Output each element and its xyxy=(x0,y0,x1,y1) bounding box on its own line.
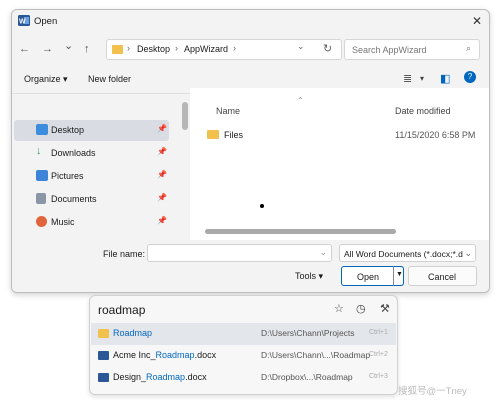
word-doc-icon xyxy=(98,351,109,360)
result-shortcut: Ctrl+1 xyxy=(369,329,388,336)
title-bar: W Open ✕ xyxy=(12,10,489,32)
documents-icon xyxy=(36,193,46,204)
pin-icon[interactable]: 📌 xyxy=(157,170,167,179)
address-dropdown-icon[interactable]: ⌄ xyxy=(297,41,305,52)
new-folder-button[interactable]: New folder xyxy=(88,74,131,84)
file-name-field[interactable]: ⌄ xyxy=(147,244,332,262)
result-shortcut: Ctrl+3 xyxy=(369,373,388,380)
refresh-icon[interactable]: ↻ xyxy=(323,42,332,55)
open-dialog: W Open ✕ ← → ⌄ ↑ › Desktop › AppWizard ›… xyxy=(11,9,490,293)
forward-icon[interactable]: → xyxy=(42,43,53,55)
search-box[interactable]: Search AppWizard ⌕ xyxy=(344,39,480,60)
history-icon[interactable]: ◷ xyxy=(356,302,366,315)
search-icon: ⌕ xyxy=(465,43,471,53)
pin-icon[interactable]: 📌 xyxy=(157,124,167,133)
desktop-icon xyxy=(36,124,48,135)
chevron-right-icon: › xyxy=(175,43,178,53)
file-date: 11/15/2020 6:58 PM xyxy=(395,130,476,140)
folder-icon xyxy=(112,45,123,54)
navigation-row: ← → ⌄ ↑ › Desktop › AppWizard › ⌄ ↻ Sear… xyxy=(12,37,489,63)
result-name: Roadmap xyxy=(113,328,153,338)
cursor-dot xyxy=(260,204,264,208)
quick-search-input[interactable]: roadmap xyxy=(98,303,145,317)
result-path: D:\Users\Chann\...\Roadmap xyxy=(261,350,371,360)
tools-icon[interactable]: ⚒ xyxy=(380,302,390,315)
svg-text:W: W xyxy=(19,19,26,26)
sidebar-item-label: Downloads xyxy=(51,148,96,158)
open-button-label: Open xyxy=(357,272,380,282)
search-result[interactable]: Design_Roadmap.docx D:\Dropbox\...\Roadm… xyxy=(91,367,396,389)
result-name: Acme Inc_Roadmap.docx xyxy=(113,350,217,360)
sidebar-scrollbar[interactable] xyxy=(182,102,188,130)
sidebar-item-label: Documents xyxy=(51,194,97,204)
address-bar[interactable]: › Desktop › AppWizard › ⌄ ↻ xyxy=(106,39,342,60)
bottom-bar: File name: ⌄ All Word Documents (*.docx;… xyxy=(12,240,489,292)
chevron-right-icon: › xyxy=(127,43,130,53)
sidebar-item-desktop[interactable]: Desktop 📌 xyxy=(14,120,169,141)
sidebar-item-downloads[interactable]: ↓ Downloads 📌 xyxy=(14,143,169,164)
recent-locations-icon[interactable]: ⌄ xyxy=(64,39,73,52)
view-dropdown-icon[interactable]: ▾ xyxy=(420,74,424,83)
cancel-button[interactable]: Cancel xyxy=(408,266,477,286)
dialog-title: Open xyxy=(34,16,58,27)
file-name-label: File name: xyxy=(103,249,146,259)
word-app-icon: W xyxy=(18,15,30,26)
file-type-select[interactable]: All Word Documents (*.docx;*.d ⌄ xyxy=(339,244,476,262)
breadcrumb-appwizard[interactable]: AppWizard xyxy=(184,44,228,54)
back-icon[interactable]: ← xyxy=(19,43,30,55)
chevron-down-icon: ⌄ xyxy=(464,248,472,258)
pictures-icon xyxy=(36,170,48,181)
file-name[interactable]: Files xyxy=(224,130,243,140)
result-path: D:\Dropbox\...\Roadmap xyxy=(261,372,353,382)
folder-icon xyxy=(207,130,219,139)
sidebar-item-pictures[interactable]: Pictures 📌 xyxy=(14,166,169,187)
open-split-button[interactable]: ▼ xyxy=(393,266,404,286)
file-type-value: All Word Documents (*.docx;*.d xyxy=(344,249,463,259)
search-result[interactable]: Roadmap D:\Users\Chann\Projects Ctrl+1 xyxy=(91,323,396,345)
view-options-icon[interactable]: ≣ xyxy=(403,72,412,85)
column-header-date[interactable]: Date modified xyxy=(395,106,451,116)
result-path: D:\Users\Chann\Projects xyxy=(261,328,355,338)
chevron-down-icon: ▼ xyxy=(396,271,403,278)
result-name: Design_Roadmap.docx xyxy=(113,372,207,382)
sidebar-item-label: Pictures xyxy=(51,171,84,181)
cancel-button-label: Cancel xyxy=(428,272,457,282)
chevron-right-icon: › xyxy=(233,43,236,53)
column-header-name[interactable]: Name xyxy=(216,106,240,116)
command-bar: Organize ▾ New folder ≣ ▾ ◧ ? xyxy=(12,68,489,90)
sort-indicator-icon: ⌃ xyxy=(297,96,304,105)
download-icon: ↓ xyxy=(36,145,42,157)
chevron-down-icon[interactable]: ⌄ xyxy=(319,247,327,258)
pin-icon[interactable]: 📌 xyxy=(157,216,167,225)
folder-icon xyxy=(98,329,109,338)
breadcrumb-desktop[interactable]: Desktop xyxy=(137,44,170,54)
star-icon[interactable]: ☆ xyxy=(334,302,344,315)
sidebar-item-music[interactable]: Music 📌 xyxy=(14,212,169,233)
music-icon xyxy=(36,216,47,227)
horizontal-scrollbar[interactable] xyxy=(205,229,396,234)
sidebar-item-label: Desktop xyxy=(51,125,85,135)
pin-icon[interactable]: 📌 xyxy=(157,147,167,156)
organize-menu[interactable]: Organize ▾ xyxy=(24,74,68,85)
pin-icon[interactable]: 📌 xyxy=(157,193,167,202)
preview-pane-icon[interactable]: ◧ xyxy=(440,72,450,85)
close-icon[interactable]: ✕ xyxy=(472,14,482,28)
sidebar-item-label: Music xyxy=(51,217,75,227)
navigation-pane: Desktop 📌 ↓ Downloads 📌 Pictures 📌 Docum… xyxy=(12,94,182,240)
help-icon[interactable]: ? xyxy=(464,71,476,83)
word-doc-icon xyxy=(98,373,109,382)
search-result[interactable]: Acme Inc_Roadmap.docx D:\Users\Chann\...… xyxy=(91,345,396,367)
file-list: Name ⌃ Date modified Files 11/15/2020 6:… xyxy=(190,88,489,240)
tools-menu[interactable]: Tools ▾ xyxy=(295,271,323,282)
result-shortcut: Ctrl+2 xyxy=(369,351,388,358)
quick-search-popup: roadmap ☆ ◷ ⚒ Roadmap D:\Users\Chann\Pro… xyxy=(89,295,398,395)
sidebar-item-documents[interactable]: Documents 📌 xyxy=(14,189,169,210)
watermark: 搜狐号@一Tney xyxy=(398,386,467,397)
up-icon[interactable]: ↑ xyxy=(84,43,90,55)
search-placeholder: Search AppWizard xyxy=(352,45,427,55)
